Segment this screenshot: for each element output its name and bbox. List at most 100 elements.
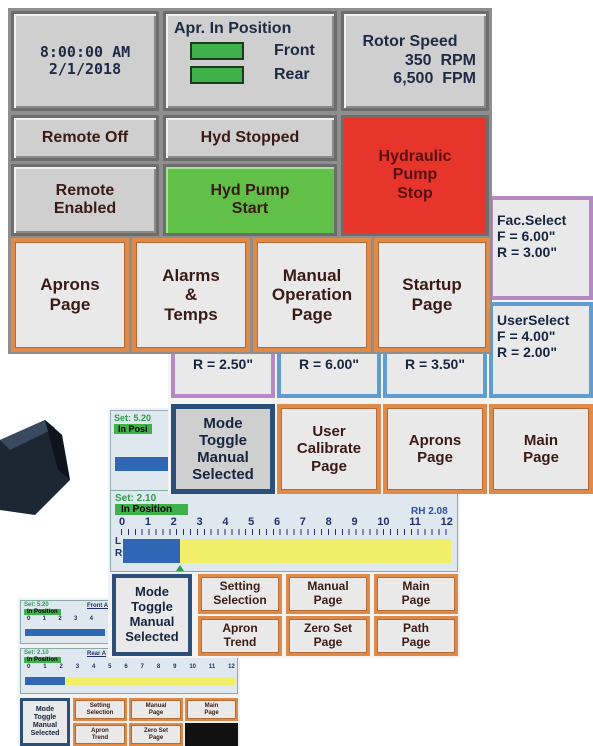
tick-label: 4: [91, 664, 96, 670]
small-gauge-rear-label: Rear A: [87, 651, 107, 657]
user-select-f: F = 4.00": [497, 328, 556, 345]
path-page-button[interactable]: Path Page: [374, 616, 458, 656]
apron-status-title: Apr. In Position: [174, 20, 292, 37]
tick-label: 6: [124, 664, 128, 670]
main-gauge-r-label: R: [115, 548, 123, 559]
calibrate-mode-toggle-button[interactable]: Mode Toggle Manual Selected: [171, 404, 275, 494]
fac-select-title: Fac.Select: [497, 212, 567, 228]
main-gauge-marker: [176, 565, 185, 571]
front-indicator: [190, 42, 244, 60]
tick-label: 3: [196, 516, 203, 528]
remote-enabled-button[interactable]: Remote Enabled: [11, 164, 159, 236]
fac-select-f: F = 6.00": [497, 228, 556, 245]
tick-label: 1: [42, 616, 46, 622]
tick-label: 4: [222, 516, 229, 528]
small-gauge-rear-bar-blue: [25, 677, 65, 685]
small-empty-slot: [185, 723, 238, 746]
setting-selection-button[interactable]: Setting Selection: [198, 574, 282, 614]
tick-label: 7: [140, 664, 144, 670]
rotor-rpm: 350 RPM: [404, 51, 476, 69]
manual-main-page-button[interactable]: Main Page: [374, 574, 458, 614]
small-gauge-rear-bar-yellow: [65, 677, 235, 685]
tick-label: 2: [170, 516, 177, 528]
small-manual-page-button[interactable]: Manual Page: [129, 698, 183, 721]
hyd-stopped-indicator: Hyd Stopped: [163, 115, 337, 161]
tick-label: 2: [59, 664, 63, 670]
main-gauge-fill: [123, 539, 181, 563]
tick-label: 7: [299, 516, 306, 528]
tick-label: 0: [119, 516, 126, 528]
small-main-page-button[interactable]: Main Page: [185, 698, 238, 721]
main-gauge-set: Set: 2.10: [115, 493, 157, 504]
small-gauge-front-ticks: 0 1 2 3 4: [27, 616, 93, 622]
main-gauge-status: In Position: [115, 504, 189, 515]
clock-time: 8:00:00 AM: [39, 42, 131, 61]
small-gauge-front-status: In Position: [24, 609, 61, 615]
remote-off-button[interactable]: Remote Off: [11, 115, 159, 161]
tick-label: 0: [27, 616, 31, 622]
rotor-title: Rotor Speed: [362, 33, 458, 51]
tick-label: 10: [377, 516, 390, 528]
small-gauge-front-label: Front A: [87, 603, 109, 609]
device-corner-graphic: [0, 420, 70, 515]
rotor-speed-display: Rotor Speed 350 RPM 6,500 FPM: [341, 11, 489, 111]
tick-label: 0: [27, 664, 31, 670]
startup-page-button[interactable]: Startup Page: [374, 238, 490, 352]
user-select-title: UserSelect: [497, 312, 570, 328]
manual-operation-page-button[interactable]: Manual Operation Page: [253, 238, 371, 352]
back-gauge-status: In Posi: [114, 424, 152, 434]
tick-label: 1: [43, 664, 47, 670]
zero-set-page-button[interactable]: Zero Set Page: [286, 616, 370, 656]
tick-label: 6: [273, 516, 281, 528]
user-calibrate-page-button[interactable]: User Calibrate Page: [277, 404, 381, 494]
main-gauge-ticks: 0 1 2 3 4 5 6 7 8 9 10 11 12: [119, 516, 453, 528]
small-setting-selection-button[interactable]: Setting Selection: [73, 698, 127, 721]
top-panel: 8:00:00 AM 2/1/2018 Apr. In Position Fro…: [8, 8, 492, 354]
tick-label: 8: [325, 516, 332, 528]
tick-label: 9: [351, 516, 358, 528]
main-gauge-tick-marks: [121, 529, 451, 535]
clock-display: 8:00:00 AM 2/1/2018: [11, 11, 159, 111]
tick-label: 10: [189, 664, 197, 670]
small-gauge-rear-set: Set: 2.10: [24, 650, 49, 656]
clock-date: 2/1/2018: [48, 60, 122, 78]
small-gauge-front-set: Set: 5.20: [24, 602, 49, 608]
fac-select-button[interactable]: Fac.Select F = 6.00" R = 3.00": [489, 196, 593, 300]
calibrate-aprons-page-button[interactable]: Aprons Page: [383, 404, 487, 494]
tick-label: 11: [208, 664, 216, 670]
user-select-r: R = 2.00": [497, 344, 557, 361]
tick-label: 11: [409, 516, 421, 528]
alarms-temps-button[interactable]: Alarms & Temps: [132, 238, 250, 352]
tick-label: 1: [144, 516, 151, 528]
small-gauge-front-bar: [25, 629, 105, 636]
aprons-page-button[interactable]: Aprons Page: [11, 238, 129, 352]
small-gauge-rear-ticks: 0 1 2 3 4 5 6 7 8 9 10 11 12: [27, 664, 235, 670]
rear-indicator: [190, 66, 244, 84]
small-zero-set-page-button[interactable]: Zero Set Page: [129, 723, 183, 746]
tick-label: 12: [440, 516, 453, 528]
tick-label: 9: [173, 664, 177, 670]
tick-label: 3: [73, 616, 78, 622]
apron-trend-button[interactable]: Apron Trend: [198, 616, 282, 656]
user-select-button[interactable]: UserSelect F = 4.00" R = 2.00": [489, 302, 593, 398]
rotor-fpm: 6,500 FPM: [393, 70, 476, 88]
back-gauge: Set: 5.20 In Posi: [110, 410, 177, 494]
main-gauge-l-label: L: [115, 536, 122, 547]
tick-label: 8: [156, 664, 161, 670]
tick-label: 5: [248, 516, 255, 528]
small-apron-trend-button[interactable]: Apron Trend: [73, 723, 127, 746]
tick-label: 5: [108, 664, 112, 670]
rear-label: Rear: [274, 66, 310, 83]
small-gauge-rear-status: In Position: [24, 657, 61, 663]
tick-label: 3: [75, 664, 80, 670]
calibrate-main-page-button[interactable]: Main Page: [489, 404, 593, 494]
tick-label: 2: [58, 616, 62, 622]
manual-page-button[interactable]: Manual Page: [286, 574, 370, 614]
small-mode-toggle-button[interactable]: Mode Toggle Manual Selected: [20, 698, 70, 746]
main-gauge: Set: 2.10 In Position RH 2.08 0 1 2 3 4 …: [110, 490, 458, 572]
fac-select-r: R = 3.00": [497, 244, 557, 261]
hyd-pump-start-button[interactable]: Hyd Pump Start: [163, 164, 337, 236]
hydraulic-pump-stop-button[interactable]: Hydraulic Pump Stop: [341, 115, 489, 236]
manual-mode-toggle-button[interactable]: Mode Toggle Manual Selected: [112, 574, 192, 656]
tick-label: 4: [89, 616, 93, 622]
